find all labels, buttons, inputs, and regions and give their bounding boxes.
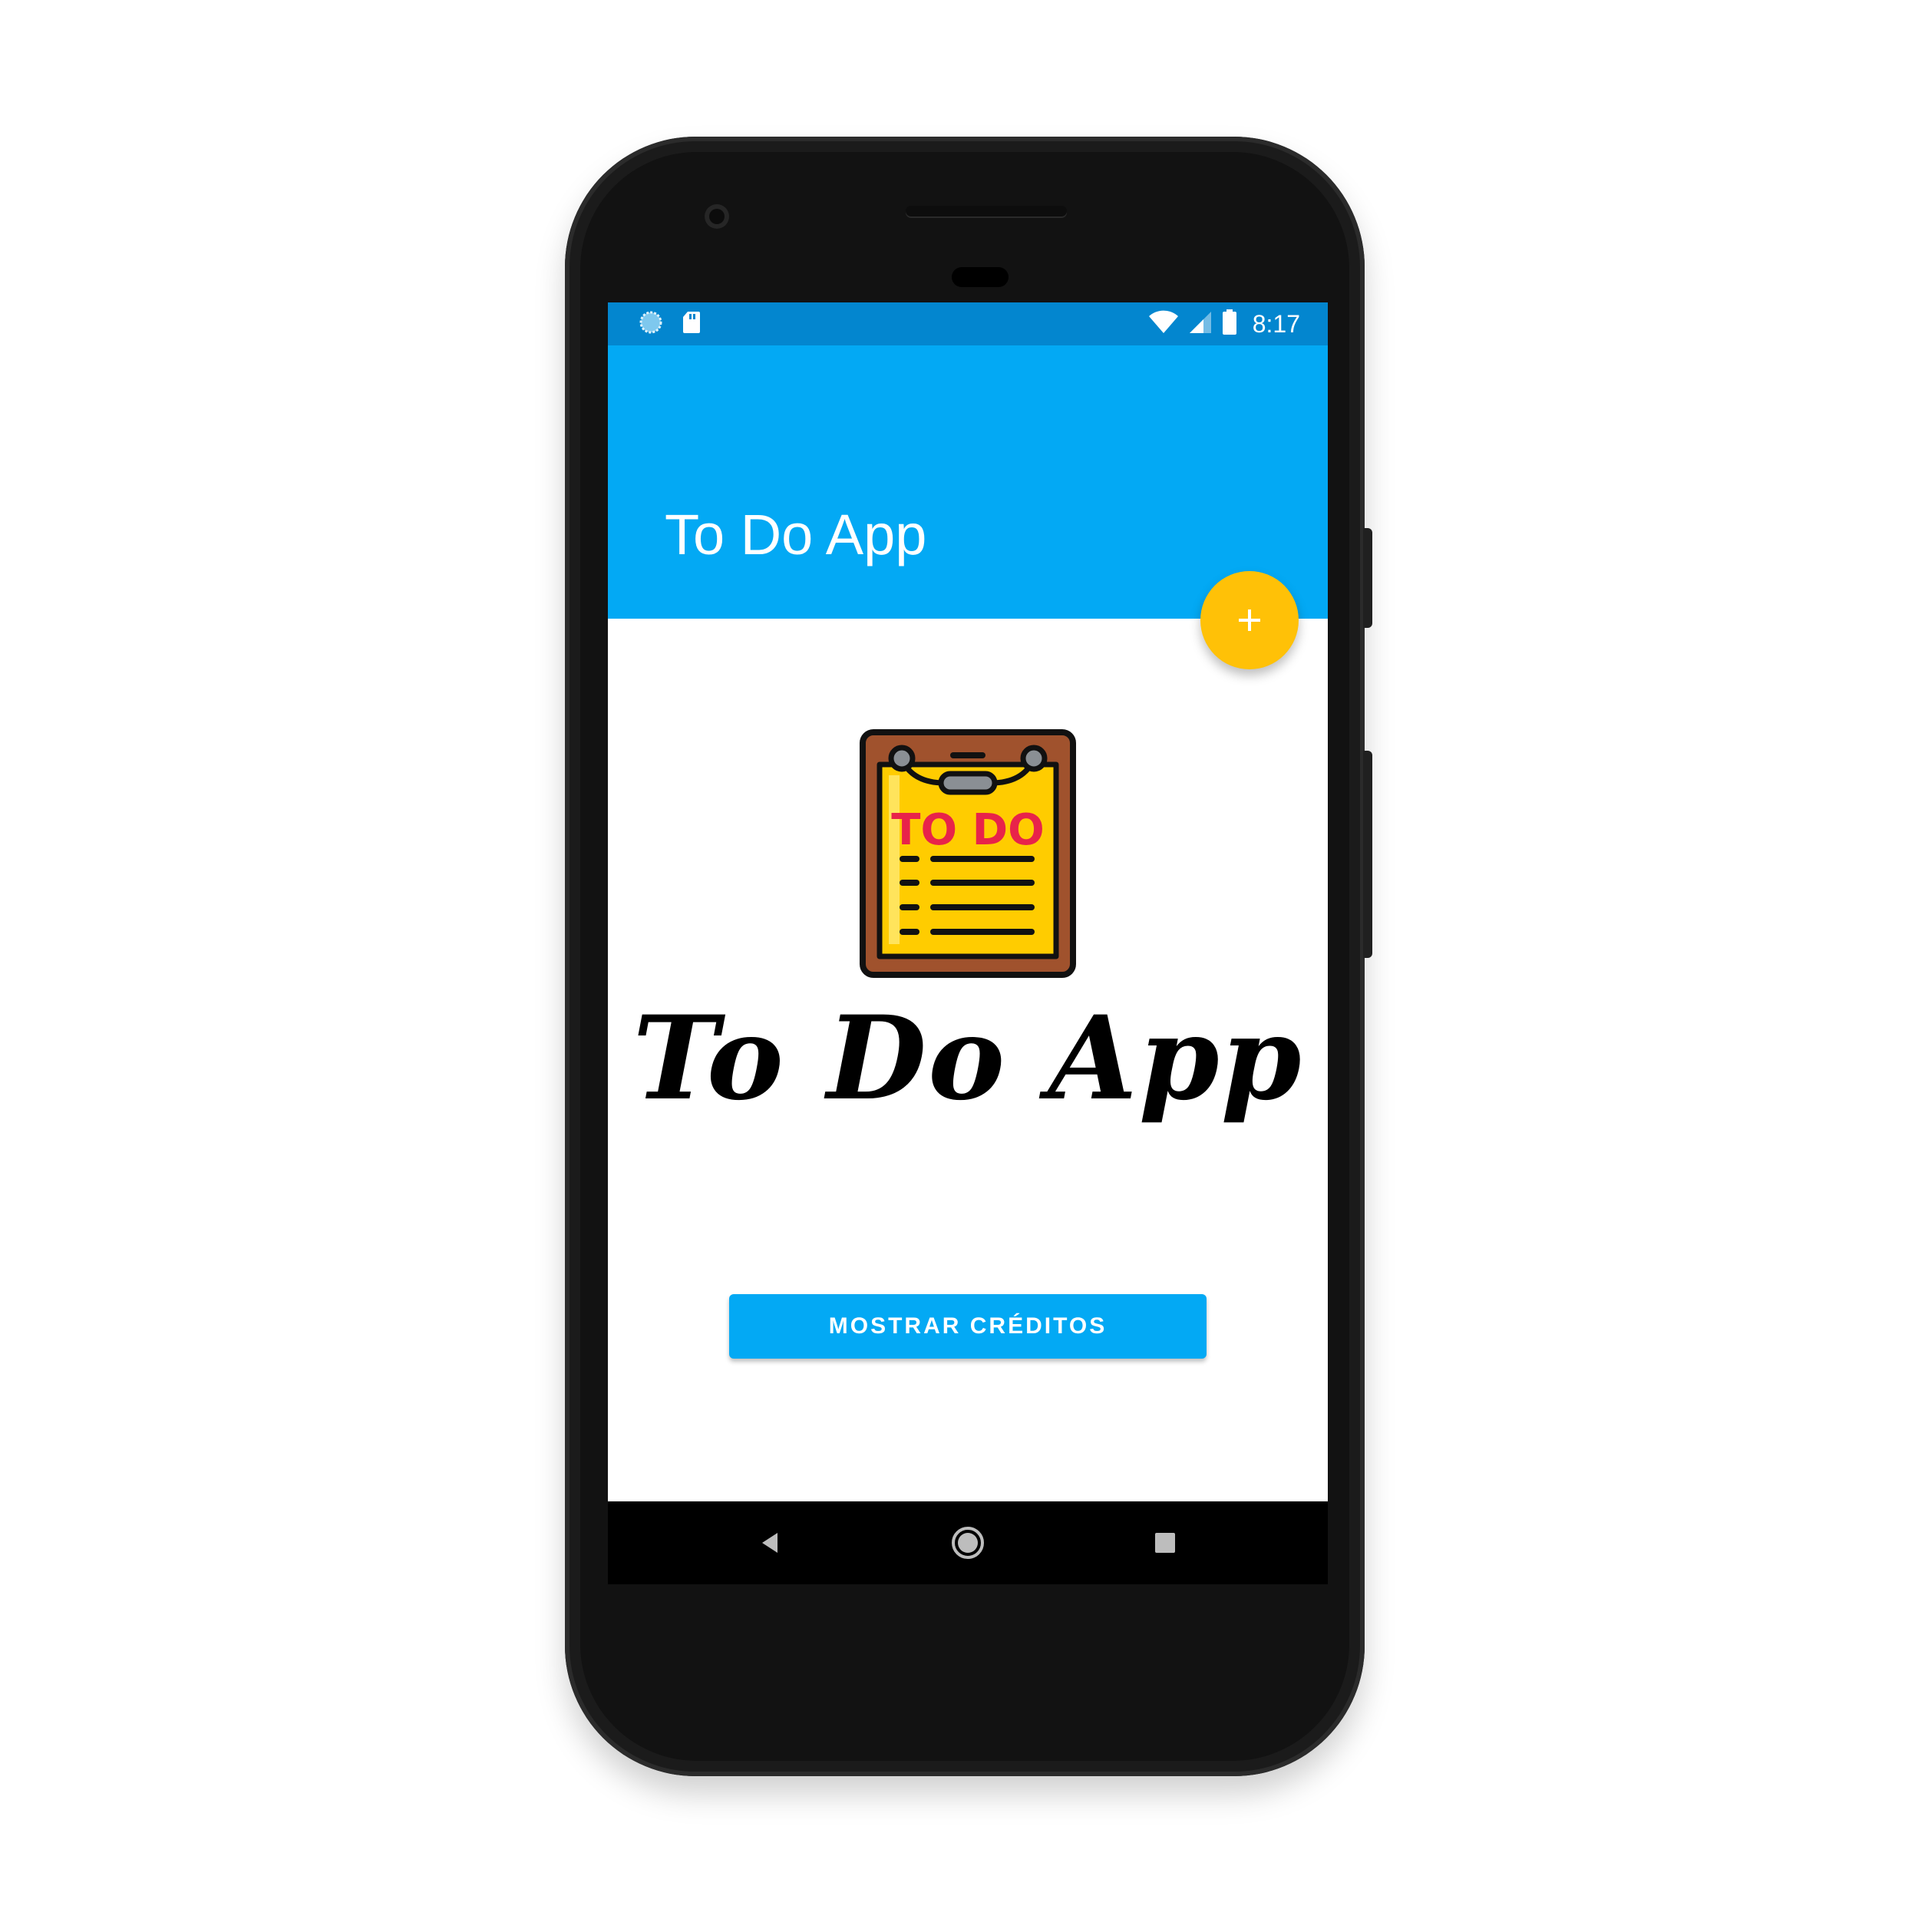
add-task-fab[interactable] [1200,571,1299,669]
logo-heading: To Do App [632,991,1303,1126]
volume-rocker [1363,751,1372,958]
status-time: 8:17 [1252,309,1300,338]
show-credits-button[interactable]: MOSTRAR CRÉDITOS [729,1294,1207,1359]
battery-icon [1222,309,1237,339]
earpiece-speaker [906,206,1067,216]
todo-badge-text: TO DO [891,805,1044,855]
power-button [1363,528,1372,628]
back-icon [762,1533,777,1553]
system-nav-bar [608,1501,1328,1584]
add-icon [1239,609,1260,631]
app-bar: To Do App [608,345,1328,619]
app-bar-title: To Do App [665,503,927,566]
app-screen: 8:17 To Do App TO DO To Do App MOSTRAR C… [608,302,1328,1501]
sd-card-icon [682,310,702,338]
show-credits-label: MOSTRAR CRÉDITOS [828,1313,1108,1339]
cell-signal-icon [1188,310,1213,338]
home-button[interactable] [943,1518,992,1567]
sync-icon [639,310,663,338]
wifi-icon [1148,310,1179,338]
recents-button[interactable] [1141,1518,1190,1567]
front-camera [705,204,729,229]
recents-icon [1155,1533,1175,1553]
proximity-sensor [952,267,1009,287]
back-button[interactable] [746,1518,795,1567]
status-bar: 8:17 [608,302,1328,345]
clipboard-todo-icon: TO DO [860,729,1076,978]
home-icon [952,1527,984,1559]
